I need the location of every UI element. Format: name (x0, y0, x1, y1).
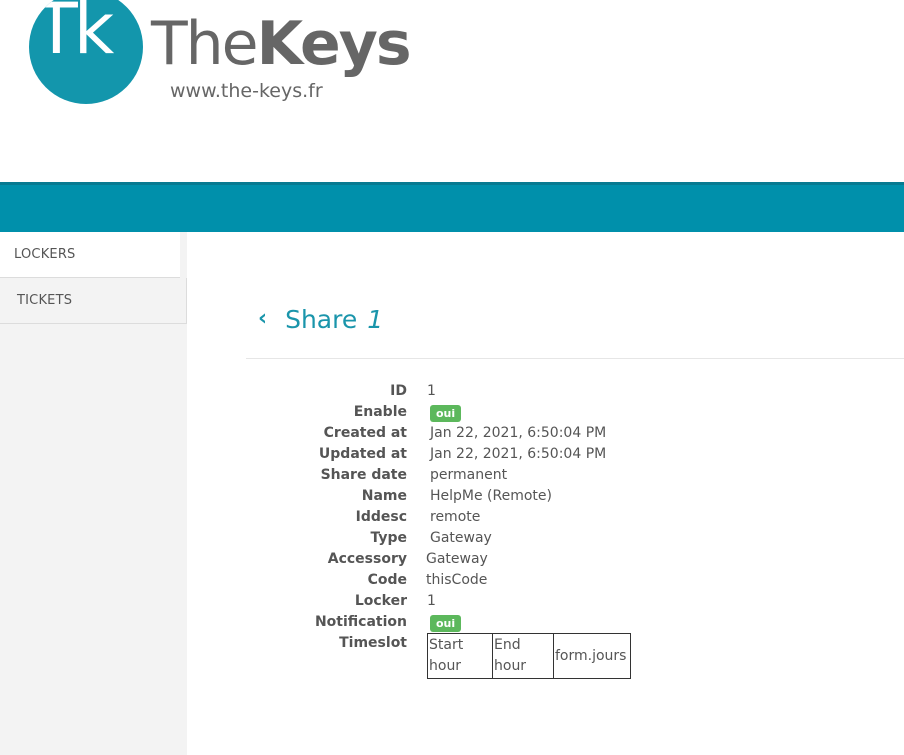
sidebar-item-lockers[interactable]: LOCKERS (0, 232, 180, 278)
detail-value: Jan 22, 2021, 6:50:04 PM (430, 446, 607, 462)
detail-value: 1 (427, 383, 436, 399)
detail-label: Accessory (327, 551, 407, 567)
status-badge: oui (430, 615, 462, 632)
logo-letters: Tk (35, 0, 114, 70)
detail-row-locker: Locker 1 (246, 591, 846, 612)
detail-label: Updated at (318, 446, 407, 462)
detail-value: Jan 22, 2021, 6:50:04 PM (430, 425, 607, 441)
detail-value: permanent (430, 467, 508, 483)
detail-row-notification: Notification oui (246, 612, 846, 633)
detail-row-updated-at: Updated at Jan 22, 2021, 6:50:04 PM (246, 444, 846, 465)
logo-circle: Tk (29, 0, 143, 104)
page-title: ‹ Share 1 (258, 303, 383, 335)
detail-label: ID (390, 383, 407, 399)
brand-name-bold: Keys (256, 9, 412, 79)
detail-row-code: Code thisCode (246, 570, 846, 591)
detail-row-enable: Enable oui (246, 402, 846, 423)
detail-row-id: ID 1 (246, 381, 846, 402)
table-header-cell: End hour (492, 633, 554, 679)
detail-label: Code (367, 572, 407, 588)
title-divider (246, 358, 904, 359)
sidebar: LOCKERS TICKETS (0, 232, 187, 755)
detail-label: Iddesc (355, 509, 407, 525)
detail-label: Created at (323, 425, 407, 441)
brand-logo[interactable]: Tk TheKeys www.the-keys.fr (29, 0, 429, 110)
detail-value: Gateway (426, 551, 488, 567)
detail-value: 1 (427, 593, 436, 609)
brand-url: www.the-keys.fr (170, 80, 323, 102)
status-badge: oui (430, 405, 462, 422)
detail-row-type: Type Gateway (246, 528, 846, 549)
table-row: Start hour End hour form.jours (427, 633, 631, 679)
table-header-cell: Start hour (427, 633, 493, 679)
top-navbar (0, 182, 904, 232)
detail-label: Notification (314, 614, 407, 630)
detail-row-accessory: Accessory Gateway (246, 549, 846, 570)
detail-label: Locker (354, 593, 407, 609)
detail-row-timeslot: Timeslot Start hour End hour form.jours (246, 633, 846, 679)
detail-row-iddesc: Iddesc remote (246, 507, 846, 528)
brand-name: TheKeys (151, 14, 412, 74)
page-title-id: 1 (367, 304, 384, 334)
detail-value: HelpMe (Remote) (430, 488, 553, 504)
detail-value: thisCode (426, 572, 488, 588)
detail-label: Timeslot (339, 635, 407, 651)
detail-row-created-at: Created at Jan 22, 2021, 6:50:04 PM (246, 423, 846, 444)
detail-label: Enable (353, 404, 407, 420)
detail-value: remote (430, 509, 481, 525)
detail-label: Type (370, 530, 407, 546)
timeslot-table: Start hour End hour form.jours (427, 633, 631, 679)
sidebar-item-tickets[interactable]: TICKETS (0, 278, 187, 324)
brand-name-light: The (151, 9, 259, 79)
detail-row-share-date: Share date permanent (246, 465, 846, 486)
detail-label: Name (361, 488, 407, 504)
share-details: ID 1 Enable oui Created at Jan 22, 2021,… (246, 381, 846, 679)
table-header-cell: form.jours (553, 633, 631, 679)
page-title-text: Share (285, 304, 358, 334)
chevron-left-icon[interactable]: ‹ (258, 308, 267, 330)
detail-row-name: Name HelpMe (Remote) (246, 486, 846, 507)
detail-label: Share date (320, 467, 407, 483)
detail-value: Gateway (430, 530, 492, 546)
